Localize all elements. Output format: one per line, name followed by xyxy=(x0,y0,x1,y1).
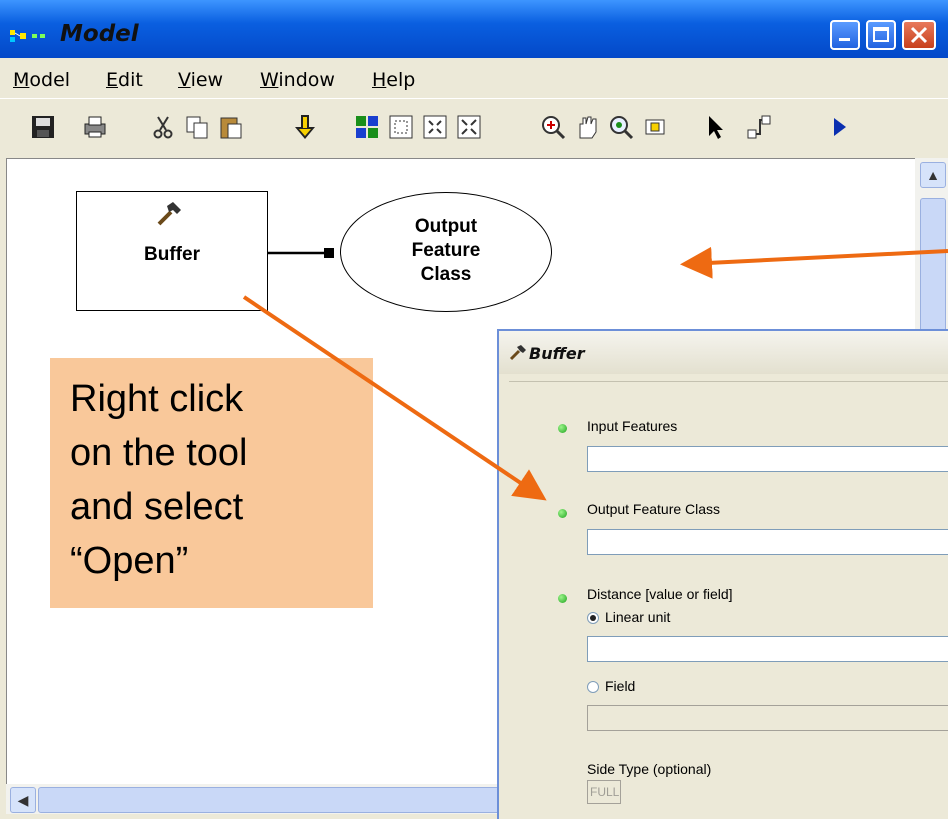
annotation-arrows xyxy=(242,246,948,501)
arrow-to-canvas xyxy=(680,246,948,279)
arrow-to-output-field xyxy=(242,295,547,501)
model-window: Model Model Edit View Window Help ▲ ◀ Bu… xyxy=(0,0,948,819)
